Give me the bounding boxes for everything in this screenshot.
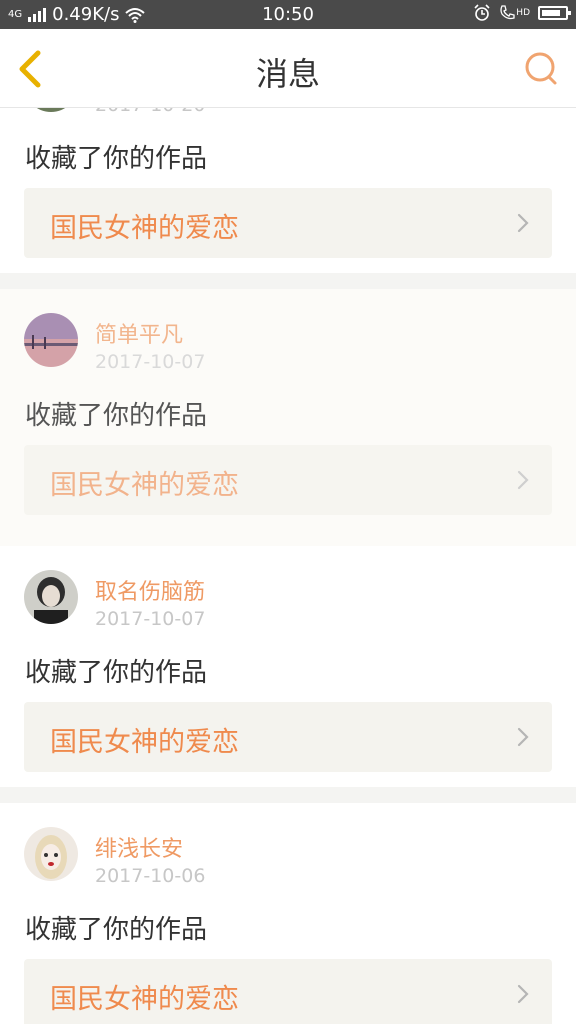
work-title: 国民女神的爱恋 bbox=[50, 213, 239, 244]
battery-icon bbox=[538, 6, 571, 20]
work-title: 国民女神的爱恋 bbox=[50, 727, 239, 758]
avatar[interactable] bbox=[24, 827, 78, 881]
message-card: 简单平凡 2017-10-07 收藏了你的作品 国民女神的爱恋 bbox=[0, 289, 576, 546]
hd-label: HD bbox=[516, 8, 530, 18]
message-date: 2017-10-07 bbox=[95, 351, 206, 373]
chevron-right-icon bbox=[517, 470, 529, 490]
status-right: HD bbox=[473, 4, 571, 22]
message-date: 2017-10-20 bbox=[95, 108, 205, 116]
work-link[interactable]: 国民女神的爱恋 bbox=[24, 445, 552, 515]
message-card: 2017-10-20 收藏了你的作品 国民女神的爱恋 bbox=[0, 108, 576, 273]
chevron-right-icon bbox=[517, 213, 529, 233]
work-link[interactable]: 国民女神的爱恋 bbox=[24, 188, 552, 258]
work-title: 国民女神的爱恋 bbox=[50, 470, 239, 501]
message-card: 绯浅长安 2017-10-06 收藏了你的作品 国民女神的爱恋 bbox=[0, 803, 576, 1024]
status-bar: 4G 0.49K/s 10:50 HD bbox=[0, 0, 576, 29]
work-link[interactable]: 国民女神的爱恋 bbox=[24, 959, 552, 1024]
work-link[interactable]: 国民女神的爱恋 bbox=[24, 702, 552, 772]
message-text: 收藏了你的作品 bbox=[25, 915, 208, 945]
chevron-right-icon bbox=[517, 727, 529, 747]
work-title: 国民女神的爱恋 bbox=[50, 984, 239, 1015]
message-text: 收藏了你的作品 bbox=[25, 658, 208, 688]
message-text: 收藏了你的作品 bbox=[25, 144, 208, 174]
user-name[interactable]: 取名伤脑筋 bbox=[95, 574, 205, 606]
app-header: 消息 bbox=[0, 29, 576, 108]
search-icon bbox=[525, 52, 557, 85]
alarm-icon bbox=[474, 4, 490, 21]
search-button[interactable] bbox=[522, 49, 560, 87]
message-date: 2017-10-07 bbox=[95, 608, 206, 630]
message-card: 取名伤脑筋 2017-10-07 收藏了你的作品 国民女神的爱恋 bbox=[0, 546, 576, 787]
chevron-right-icon bbox=[517, 984, 529, 1004]
page-title: 消息 bbox=[255, 55, 320, 93]
avatar[interactable] bbox=[24, 313, 78, 367]
message-date: 2017-10-06 bbox=[95, 865, 206, 887]
avatar[interactable] bbox=[24, 570, 78, 624]
hd-call-icon: HD bbox=[499, 5, 530, 21]
user-name[interactable]: 简单平凡 bbox=[95, 317, 183, 349]
avatar[interactable] bbox=[24, 108, 78, 112]
user-name[interactable]: 绯浅长安 bbox=[95, 831, 183, 863]
message-list[interactable]: 2017-10-20 收藏了你的作品 国民女神的爱恋 简单平凡 2017-10-… bbox=[0, 108, 576, 1024]
message-text: 收藏了你的作品 bbox=[25, 401, 208, 431]
